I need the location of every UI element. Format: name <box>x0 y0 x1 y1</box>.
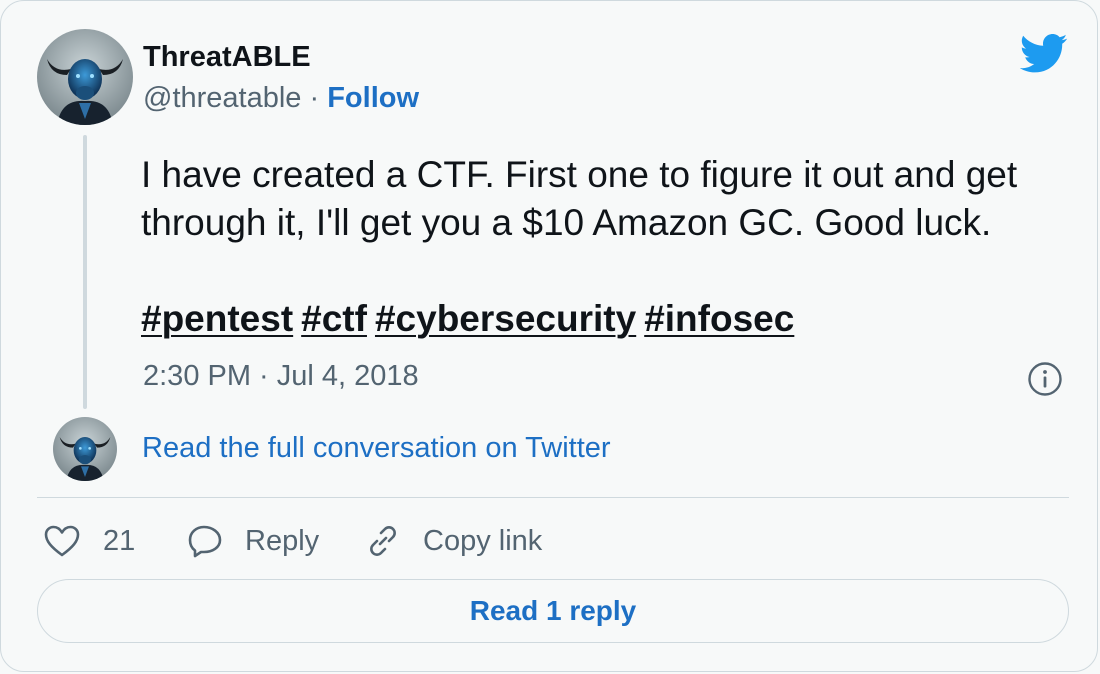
reply-button[interactable]: Reply <box>187 521 319 561</box>
hashtag-link[interactable]: #cybersecurity <box>375 298 636 339</box>
like-count: 21 <box>103 524 136 557</box>
follow-button[interactable]: Follow <box>327 82 419 114</box>
author-name[interactable]: ThreatABLE <box>143 41 311 74</box>
tweet-text: I have created a CTF. First one to figur… <box>141 154 1018 243</box>
read-conversation-link[interactable]: Read the full conversation on Twitter <box>142 432 611 465</box>
speech-bubble-icon <box>188 525 222 558</box>
author-handle[interactable]: @threatable <box>143 82 301 114</box>
like-button[interactable]: 21 <box>43 521 135 561</box>
thread-line <box>83 135 87 409</box>
divider <box>37 497 1069 498</box>
hashtag-link[interactable]: #pentest <box>141 298 293 339</box>
bull-avatar-icon <box>53 417 117 481</box>
tweet-card: ThreatABLE @threatable · Follow I have c… <box>0 0 1098 672</box>
info-icon[interactable] <box>1027 361 1063 397</box>
copy-link-label: Copy link <box>423 524 543 557</box>
heart-icon <box>44 525 80 557</box>
author-handle-row: @threatable · Follow <box>143 82 419 115</box>
copy-link-button[interactable]: Copy link <box>365 521 542 561</box>
handle-separator: · <box>301 82 328 114</box>
reply-label: Reply <box>245 524 320 557</box>
hashtag-link[interactable]: #infosec <box>644 298 794 339</box>
hashtag-link[interactable]: #ctf <box>301 298 367 339</box>
bull-avatar-icon <box>37 29 133 125</box>
link-icon <box>370 526 396 556</box>
read-replies-button[interactable]: Read 1 reply <box>37 579 1069 643</box>
tweet-timestamp[interactable]: 2:30 PM · Jul 4, 2018 <box>143 360 419 393</box>
conversation-avatar[interactable] <box>53 417 117 481</box>
twitter-bird-icon[interactable] <box>1020 34 1068 74</box>
author-avatar[interactable] <box>37 29 133 125</box>
hashtag-list: #pentest #ctf #cybersecurity #infosec <box>141 295 802 343</box>
